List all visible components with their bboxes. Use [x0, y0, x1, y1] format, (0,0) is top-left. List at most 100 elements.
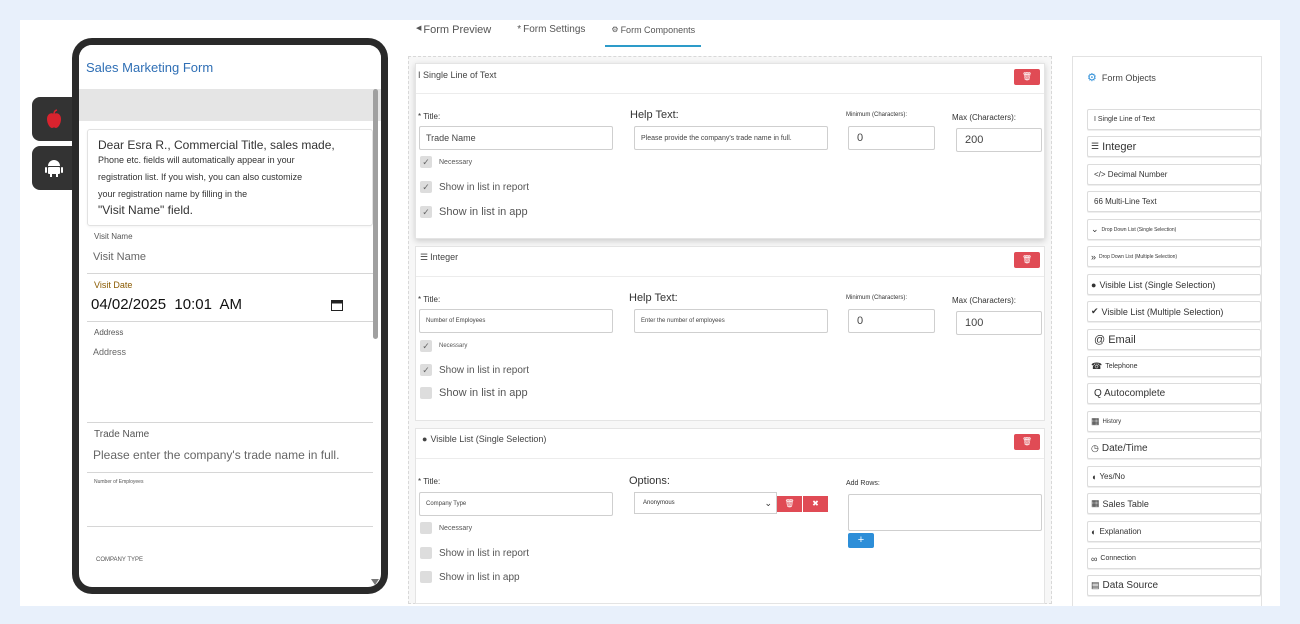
- form-object-5[interactable]: » Drop Down List (Multiple Selection): [1087, 246, 1261, 267]
- calendar-icon[interactable]: [331, 299, 343, 311]
- list-number-icon: ☰: [420, 252, 429, 262]
- add-rows-textarea[interactable]: [848, 494, 1042, 531]
- visit-name-field[interactable]: Visit Name Visit Name: [87, 226, 373, 274]
- checkbox-label: Show in list in report: [439, 364, 530, 376]
- gears-icon: ⚙: [1087, 72, 1097, 84]
- component-integer[interactable]: ☰ Integer 🗑 * Title: Number of Employees…: [415, 246, 1045, 421]
- tab-label: Form Settings: [523, 24, 586, 35]
- field-label: Visit Date: [94, 280, 133, 290]
- show-app-checkbox[interactable]: ✓ Show in list in app: [420, 206, 528, 218]
- title-input[interactable]: Trade Name: [419, 126, 613, 150]
- title-input[interactable]: Company Type: [419, 492, 613, 516]
- form-object-13[interactable]: ◖ Yes/No: [1087, 466, 1261, 487]
- tab-label: Form Components: [620, 25, 696, 35]
- options-select[interactable]: Anonymous ⌄: [634, 492, 777, 514]
- check-icon: ✓: [420, 181, 432, 193]
- asterisk-icon: *: [517, 24, 522, 35]
- checkbox-box: [420, 547, 432, 559]
- delete-button[interactable]: 🗑: [1014, 434, 1040, 450]
- form-object-label: Drop Down List (Multiple Selection): [1099, 253, 1178, 260]
- delete-button[interactable]: 🗑: [1014, 252, 1040, 268]
- phone-preview: Sales Marketing Form Dear Esra R., Comme…: [72, 38, 388, 594]
- checkbox-label: Necessary: [439, 158, 473, 166]
- form-objects-title: ⚙ Form Objects: [1087, 71, 1156, 84]
- form-object-label: Drop Down List (Single Selection): [1101, 226, 1177, 233]
- form-title: Sales Marketing Form: [79, 45, 381, 89]
- max-input[interactable]: 200: [956, 128, 1042, 152]
- max-label: Max (Characters):: [952, 296, 1017, 305]
- form-object-label: Explanation: [1099, 527, 1142, 536]
- form-object-7[interactable]: ✔ Visible List (Multiple Selection): [1087, 301, 1261, 322]
- remove-option-button[interactable]: ✖: [803, 496, 828, 512]
- form-object-label: </> Decimal Number: [1094, 170, 1168, 179]
- form-object-4[interactable]: ⌄ Drop Down List (Single Selection): [1087, 219, 1261, 240]
- tab-form-settings[interactable]: * Form Settings: [511, 20, 591, 47]
- select-value: Anonymous: [643, 500, 675, 506]
- form-object-10[interactable]: Q Autocomplete: [1087, 383, 1261, 404]
- title-input[interactable]: Number of Employees: [419, 309, 613, 333]
- delete-option-button[interactable]: 🗑: [777, 496, 802, 512]
- help-text-input[interactable]: Please provide the company's trade name …: [634, 126, 828, 150]
- form-object-label: 66 Multi-Line Text: [1094, 197, 1157, 206]
- show-app-checkbox[interactable]: Show in list in app: [420, 387, 528, 399]
- ios-tab[interactable]: [32, 97, 76, 141]
- tab-form-components[interactable]: ⚙ Form Components: [605, 20, 702, 47]
- form-object-3[interactable]: 66 Multi-Line Text: [1087, 191, 1261, 212]
- show-report-checkbox[interactable]: ✓ Show in list in report: [420, 181, 529, 193]
- field-label: Address: [94, 328, 124, 337]
- form-object-6[interactable]: ● Visible List (Single Selection): [1087, 274, 1261, 295]
- form-object-14[interactable]: ▦ Sales Table: [1087, 493, 1261, 514]
- form-object-16[interactable]: ∞ Connection: [1087, 548, 1261, 569]
- form-object-17[interactable]: ▤ Data Source: [1087, 575, 1261, 596]
- min-input[interactable]: 0: [848, 309, 935, 333]
- info-note: Dear Esra R., Commercial Title, sales ma…: [87, 129, 373, 226]
- necessary-checkbox[interactable]: ✓ Necessary: [420, 156, 472, 168]
- phone-icon: ☎: [1091, 361, 1103, 371]
- field-value: Address: [93, 347, 127, 357]
- checkbox-label: Show in list in report: [439, 547, 530, 559]
- address-field[interactable]: Address Address: [87, 322, 373, 423]
- form-object-label: Telephone: [1105, 363, 1138, 370]
- min-input[interactable]: 0: [848, 126, 935, 150]
- check-icon: ✓: [420, 340, 432, 352]
- form-object-label: Visible List (Single Selection): [1099, 279, 1216, 290]
- gear-icon: ⚙: [611, 25, 619, 34]
- component-single-line-text[interactable]: I Single Line of Text 🗑 * Title: Trade N…: [415, 63, 1045, 239]
- component-visible-list[interactable]: ● Visible List (Single Selection) 🗑 * Ti…: [415, 428, 1045, 604]
- necessary-checkbox[interactable]: Necessary: [420, 522, 472, 534]
- toggle-icon: ◖: [1091, 471, 1097, 482]
- check-icon: ✓: [420, 206, 432, 218]
- scrollbar[interactable]: [373, 89, 378, 339]
- form-object-1[interactable]: ☰ Integer: [1087, 136, 1261, 157]
- form-object-0[interactable]: I Single Line of Text: [1087, 109, 1261, 130]
- help-text-input[interactable]: Enter the number of employees: [634, 309, 828, 333]
- title-label: * Title:: [418, 477, 441, 486]
- show-report-checkbox[interactable]: Show in list in report: [420, 547, 529, 559]
- visit-date-field[interactable]: Visit Date 04/02/2025 10:01 AM: [87, 274, 373, 322]
- employees-field[interactable]: Number of Employees: [87, 473, 373, 527]
- form-object-15[interactable]: ◐ Explanation: [1087, 521, 1261, 542]
- add-row-button[interactable]: +: [848, 533, 874, 548]
- form-object-11[interactable]: ▦ History: [1087, 411, 1261, 432]
- max-input[interactable]: 100: [956, 311, 1042, 335]
- title-label: * Title:: [418, 295, 441, 304]
- checkbox-box: [420, 522, 432, 534]
- component-header: ☰ Integer: [416, 247, 1044, 277]
- note-line: Phone etc. fields will automatically app…: [98, 155, 295, 165]
- form-object-9[interactable]: ☎ Telephone: [1087, 356, 1261, 377]
- form-object-label: History: [1102, 418, 1122, 425]
- form-builder-area: I Single Line of Text 🗑 * Title: Trade N…: [408, 56, 1052, 604]
- show-report-checkbox[interactable]: ✓ Show in list in report: [420, 364, 529, 376]
- android-tab[interactable]: [32, 146, 76, 190]
- necessary-checkbox[interactable]: ✓ Necessary: [420, 340, 467, 352]
- form-objects-panel: ⚙ Form Objects I Single Line of Text ☰ Int…: [1072, 56, 1262, 606]
- trade-name-field[interactable]: Trade Name Please enter the company's tr…: [87, 423, 373, 473]
- database-icon: ▤: [1091, 580, 1100, 590]
- form-object-8[interactable]: @ Email: [1087, 329, 1261, 350]
- tab-form-preview[interactable]: ◀ Form Preview: [410, 20, 497, 47]
- form-object-2[interactable]: </> Decimal Number: [1087, 164, 1261, 185]
- show-app-checkbox[interactable]: Show in list in app: [420, 571, 520, 583]
- scroll-down-arrow[interactable]: [371, 579, 379, 585]
- delete-button[interactable]: 🗑: [1014, 69, 1040, 85]
- form-object-12[interactable]: ◷ Date/Time: [1087, 438, 1261, 459]
